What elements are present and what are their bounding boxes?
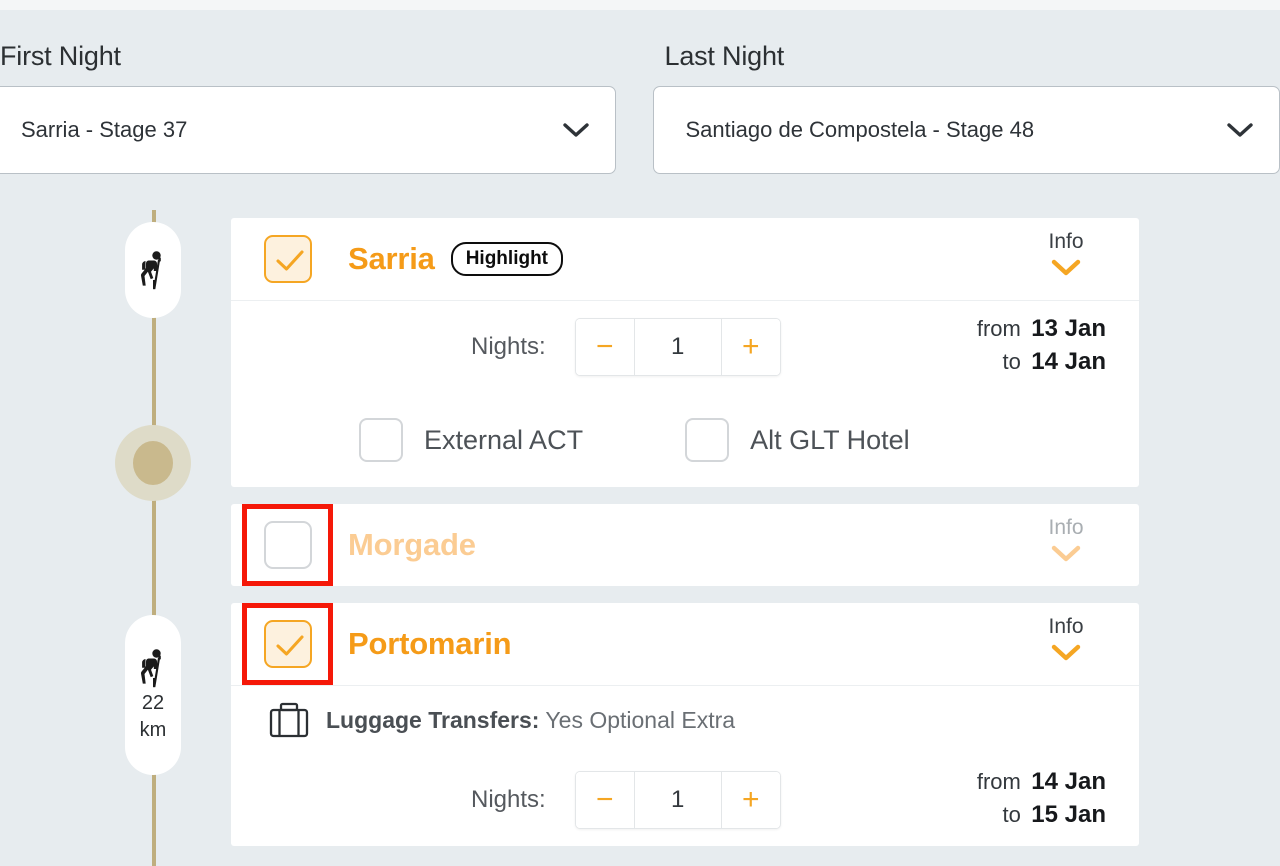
nights-decrement-button[interactable]: − [575, 319, 634, 375]
timeline-marker-2: 22 km [125, 615, 181, 775]
luggage-transfers-text: Luggage Transfers: Yes Optional Extra [326, 707, 735, 734]
stay-dates-portomarin: from 14 Jan to 15 Jan [977, 767, 1106, 833]
nights-stepper-portomarin: − 1 + [574, 771, 781, 829]
date-from-line: from 13 Jan [977, 314, 1106, 347]
timeline-stop-marker-inner [133, 441, 173, 485]
luggage-transfers-row: Luggage Transfers: Yes Optional Extra [231, 686, 1139, 754]
first-night-group: First Night Sarria - Stage 37 [0, 40, 616, 174]
info-label: Info [1048, 516, 1084, 539]
external-act-label: External ACT [424, 424, 584, 455]
external-act-checkbox[interactable] [359, 418, 403, 462]
stage-card-morgade: Morgade Info [231, 504, 1139, 586]
highlight-badge: Highlight [450, 242, 564, 276]
date-from-value: 13 Jan [1031, 315, 1106, 342]
info-label: Info [1048, 230, 1084, 253]
date-from-value: 14 Jan [1031, 768, 1106, 795]
option-alt-glt-hotel[interactable]: Alt GLT Hotel [685, 418, 910, 462]
nights-row-sarria: Nights: − 1 + from 13 Jan to 14 Jan [231, 301, 1139, 393]
check-icon [275, 250, 304, 271]
date-from-line: from 14 Jan [977, 767, 1106, 800]
check-icon [275, 635, 304, 656]
timeline-stop-marker [115, 425, 191, 501]
chevron-down-icon [1227, 123, 1253, 137]
stage-checkbox-sarria[interactable] [263, 235, 312, 283]
nights-value[interactable]: 1 [633, 319, 722, 375]
nights-increment-button[interactable]: + [721, 319, 780, 375]
stage-card-header: Morgade Info [231, 504, 1139, 586]
stage-card-list: Sarria Highlight Info Nights: − 1 + from… [231, 218, 1139, 846]
stage-card-header: Sarria Highlight Info [231, 218, 1139, 300]
chevron-down-icon [1051, 259, 1081, 276]
first-night-value: Sarria - Stage 37 [21, 117, 188, 142]
last-night-group: Last Night Santiago de Compostela - Stag… [652, 40, 1280, 174]
stage-card-body: Luggage Transfers: Yes Optional Extra Ni… [231, 686, 1139, 846]
stage-options-row: External ACT Alt GLT Hotel [231, 393, 1139, 487]
night-selectors: First Night Sarria - Stage 37 Last Night… [0, 40, 1280, 174]
nights-increment-button[interactable]: + [721, 772, 780, 828]
date-to-value: 15 Jan [1031, 801, 1106, 828]
stay-dates-sarria: from 13 Jan to 14 Jan [977, 314, 1106, 380]
date-to-label: to [1002, 802, 1021, 827]
first-night-label: First Night [0, 41, 121, 71]
info-toggle-portomarin[interactable]: Info [1026, 615, 1106, 661]
nights-decrement-button[interactable]: − [575, 772, 634, 828]
nights-stepper-sarria: − 1 + [574, 318, 781, 376]
last-night-select[interactable]: Santiago de Compostela - Stage 48 [652, 86, 1280, 174]
option-external-act[interactable]: External ACT [359, 418, 583, 462]
info-toggle-morgade[interactable]: Info [1026, 516, 1106, 562]
chevron-down-icon [1051, 644, 1081, 661]
date-to-line: to 14 Jan [977, 347, 1106, 380]
stage-checkbox-portomarin[interactable] [263, 620, 312, 668]
timeline-distance-value: 22 [141, 692, 165, 714]
date-from-label: from [976, 316, 1021, 341]
itinerary-timeline: 22 km [115, 210, 197, 866]
timeline-distance-unit: km [139, 719, 167, 741]
suitcase-icon [269, 702, 309, 738]
stage-name-sarria: Sarria [348, 241, 435, 276]
stage-name-morgade: Morgade [348, 527, 476, 562]
stage-card-header: Portomarin Info [231, 603, 1139, 685]
checkbox-cell [242, 218, 333, 300]
checkbox-cell-highlighted [242, 504, 333, 586]
stage-card-sarria: Sarria Highlight Info Nights: − 1 + from… [231, 218, 1139, 487]
stage-card-body: Nights: − 1 + from 13 Jan to 14 Jan Exte… [231, 301, 1139, 487]
date-from-label: from [976, 769, 1021, 794]
chevron-down-icon [1051, 545, 1081, 562]
top-strip [0, 0, 1280, 10]
hiker-icon [140, 649, 161, 688]
last-night-value: Santiago de Compostela - Stage 48 [685, 117, 1035, 142]
timeline-marker-1 [125, 222, 181, 318]
checkbox-cell-highlighted [242, 603, 333, 685]
stage-name-portomarin: Portomarin [348, 626, 512, 661]
stage-checkbox-morgade[interactable] [263, 521, 312, 569]
nights-label: Nights: [471, 333, 546, 360]
date-to-line: to 15 Jan [977, 800, 1106, 833]
alt-glt-hotel-checkbox[interactable] [685, 418, 730, 462]
date-to-value: 14 Jan [1031, 348, 1106, 375]
luggage-transfers-label: Luggage Transfers: [326, 706, 540, 733]
page-root: First Night Sarria - Stage 37 Last Night… [0, 0, 1280, 866]
info-toggle-sarria[interactable]: Info [1026, 230, 1106, 276]
alt-glt-hotel-label: Alt GLT Hotel [750, 424, 910, 455]
chevron-down-icon [562, 123, 589, 137]
nights-row-portomarin: Nights: − 1 + from 14 Jan to 15 Jan [231, 754, 1139, 846]
first-night-select[interactable]: Sarria - Stage 37 [0, 86, 616, 174]
nights-value[interactable]: 1 [633, 772, 722, 828]
luggage-transfers-value: Yes Optional Extra [545, 706, 736, 733]
stage-card-portomarin: Portomarin Info Luggage Transfers: Yes O… [231, 603, 1139, 846]
info-label: Info [1048, 615, 1084, 638]
last-night-label: Last Night [664, 41, 785, 71]
nights-label: Nights: [471, 786, 546, 813]
hiker-icon [140, 251, 161, 290]
date-to-label: to [1002, 349, 1021, 374]
